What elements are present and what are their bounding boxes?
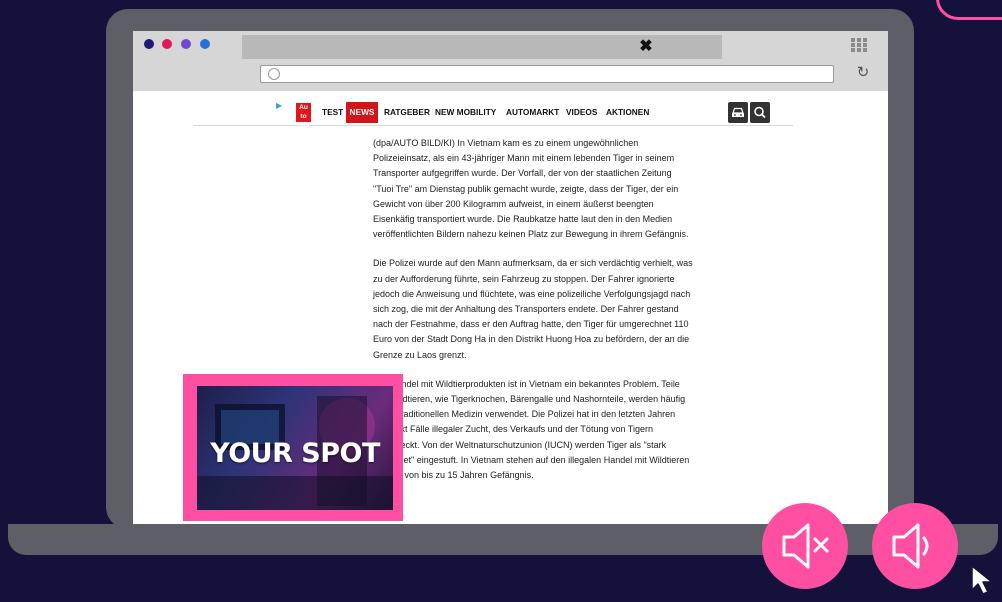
article-body: (dpa/AUTO BILD/KI) In Vietnam kam es zu …: [373, 136, 693, 497]
nav-item-aktionen[interactable]: AKTIONEN: [606, 107, 649, 117]
window-dot-4[interactable]: [200, 39, 210, 49]
window-dot-2[interactable]: [162, 39, 172, 49]
nav-item-test[interactable]: TEST: [322, 107, 343, 117]
browser-chrome: ✖ ↻: [133, 31, 888, 91]
address-bar[interactable]: [260, 65, 834, 83]
unmute-button[interactable]: [872, 503, 958, 589]
nav-item-ratgeber[interactable]: RATGEBER: [384, 107, 430, 117]
article-paragraph: Der Handel mit Wildtierprodukten ist in …: [373, 378, 690, 481]
decorative-pill: [936, 0, 1002, 20]
article-paragraph: (dpa/AUTO BILD/KI) In Vietnam kam es zu …: [373, 138, 689, 240]
laptop-base: [8, 524, 998, 555]
browser-tab[interactable]: ✖: [242, 35, 722, 59]
speaker-muted-icon: [782, 523, 829, 569]
nav-item-news[interactable]: NEWS: [346, 102, 378, 123]
site-logo[interactable]: Au to Bild: [296, 103, 311, 129]
ad-choices-icon[interactable]: ▶: [276, 101, 282, 110]
reload-icon[interactable]: ↻: [853, 63, 873, 83]
nav-item-videos[interactable]: VIDEOS: [566, 107, 597, 117]
article-paragraph: Die Polizei wurde auf den Mann aufmerksa…: [373, 258, 693, 360]
window-dot-3[interactable]: [181, 39, 191, 49]
ad-label: YOUR SPOT: [210, 438, 380, 469]
speaker-on-icon: [892, 523, 929, 569]
apps-grid-icon[interactable]: [851, 38, 867, 52]
window-dot-1[interactable]: [144, 39, 154, 49]
mute-button[interactable]: [762, 503, 848, 589]
globe-icon: [268, 68, 280, 80]
nav-item-automarkt[interactable]: AUTOMARKT: [506, 107, 559, 117]
cursor-icon: [966, 560, 1002, 597]
close-icon[interactable]: ✖: [636, 37, 656, 57]
nav-divider: [193, 125, 793, 126]
nav-item-new-mobility[interactable]: NEW MOBILITY: [435, 107, 496, 117]
ad-image[interactable]: YOUR SPOT: [197, 386, 393, 510]
car-icon[interactable]: [728, 102, 748, 123]
search-icon[interactable]: [750, 102, 770, 123]
